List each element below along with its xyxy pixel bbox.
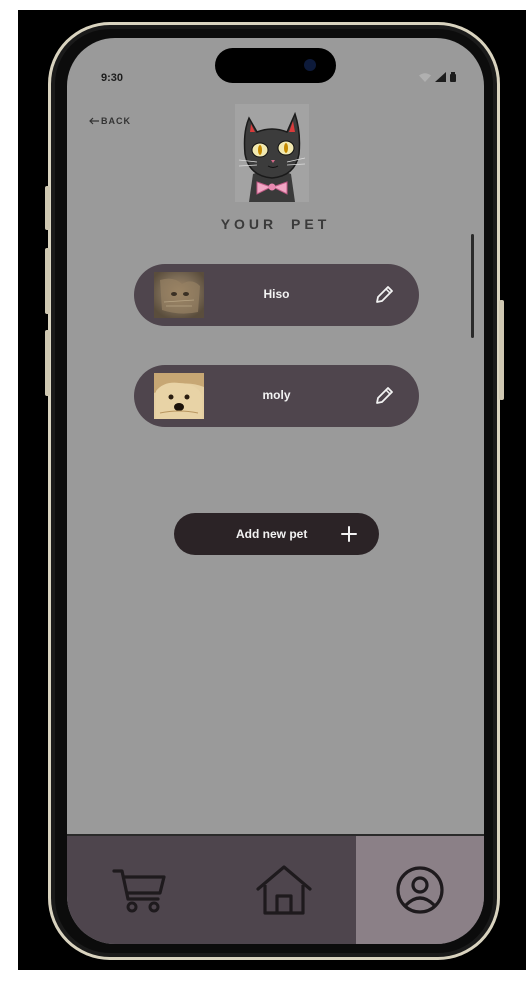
home-icon xyxy=(256,865,312,915)
dynamic-island xyxy=(215,48,336,83)
back-label: BACK xyxy=(101,116,131,126)
profile-icon xyxy=(396,866,444,914)
volume-down-button xyxy=(45,330,50,396)
back-arrow-icon xyxy=(89,117,99,125)
cat-mascot-icon xyxy=(235,104,309,202)
scrollbar[interactable] xyxy=(471,234,474,338)
signal-icon xyxy=(435,72,446,82)
pet-card[interactable]: Hiso xyxy=(134,264,419,326)
app-screen: 9:30 BACK YOUR PET Hiso moly Add new pet xyxy=(67,38,484,944)
tab-cart[interactable] xyxy=(67,836,212,944)
battery-icon xyxy=(450,72,456,82)
action-button xyxy=(45,186,50,230)
add-new-pet-button[interactable]: Add new pet xyxy=(174,513,379,555)
status-time: 9:30 xyxy=(101,72,124,84)
edit-pencil-icon[interactable] xyxy=(373,385,395,407)
cart-icon xyxy=(111,869,166,913)
add-new-pet-label: Add new pet xyxy=(236,527,308,541)
wifi-icon xyxy=(419,73,431,82)
volume-up-button xyxy=(45,248,50,314)
pet-card[interactable]: moly xyxy=(134,365,419,427)
status-icons xyxy=(419,72,456,82)
tab-profile[interactable] xyxy=(356,836,484,944)
power-button xyxy=(499,300,504,400)
tab-home[interactable] xyxy=(212,836,356,944)
back-button[interactable]: BACK xyxy=(89,116,131,126)
bottom-tab-bar xyxy=(67,834,484,944)
edit-pencil-icon[interactable] xyxy=(373,284,395,306)
page-title: YOUR PET xyxy=(220,216,331,232)
plus-icon xyxy=(341,526,357,542)
